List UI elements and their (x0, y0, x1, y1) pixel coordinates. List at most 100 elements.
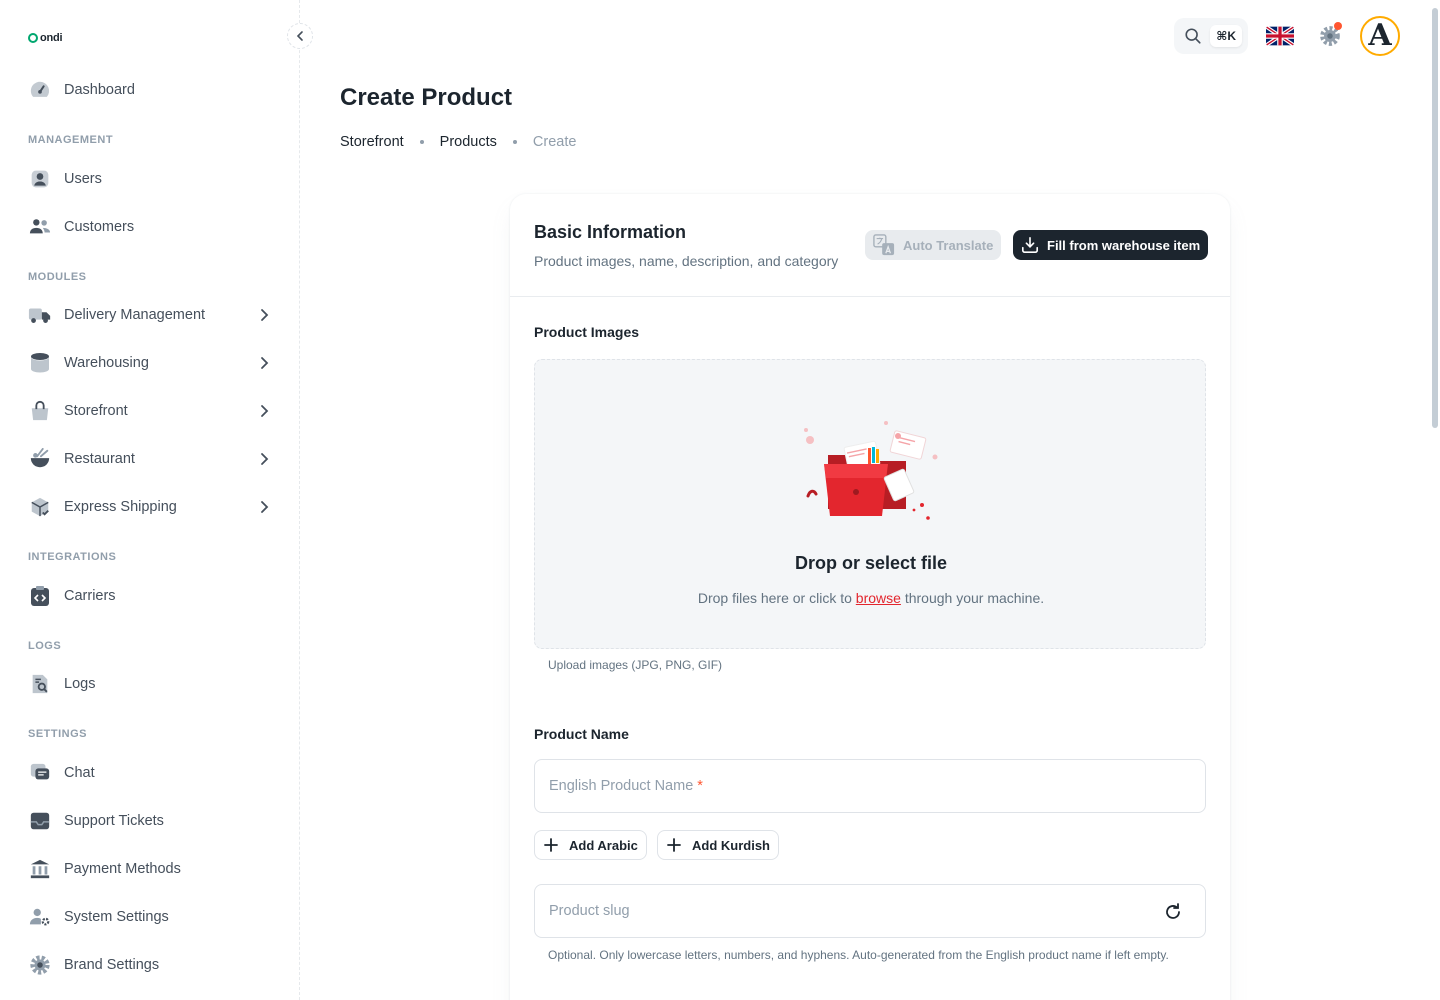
sidebar-collapse-button[interactable] (287, 23, 313, 49)
sidebar-item-label: Carriers (64, 588, 116, 604)
truck-icon (28, 303, 52, 327)
sidebar-item-label: Users (64, 171, 102, 187)
dropzone-text-prefix: Drop files here or click to (697, 590, 852, 606)
sidebar-item-warehousing[interactable]: Warehousing (16, 341, 284, 385)
plus-icon (544, 838, 558, 852)
sidebar-item-label: Brand Settings (64, 957, 160, 973)
sidebar: ondi Dashboard MANAGEMENT Users Customer… (0, 0, 300, 1000)
page-scrollbar[interactable] (1432, 8, 1438, 428)
folder-upload-illustration-icon (804, 421, 938, 520)
search-button[interactable]: ⌘K (1174, 18, 1248, 54)
file-search-icon (28, 672, 52, 696)
section-management: MANAGEMENT (28, 134, 114, 146)
translate-icon (873, 234, 895, 256)
product-name-label: Product Name (534, 726, 629, 742)
sidebar-item-label: Payment Methods (64, 861, 181, 877)
top-bar: ⌘K A (1174, 16, 1400, 56)
card-title: Basic Information (534, 222, 687, 242)
breadcrumb: Storefront Products Create (340, 134, 576, 150)
avatar-letter: A (1368, 18, 1392, 53)
english-product-name-placeholder: English Product Name (549, 778, 694, 794)
search-icon (1185, 28, 1201, 44)
sidebar-item-payment-methods[interactable]: Payment Methods (16, 847, 284, 891)
page-title: Create Product (340, 84, 513, 111)
sidebar-item-users[interactable]: Users (16, 157, 284, 201)
avatar[interactable]: A (1360, 16, 1400, 56)
sidebar-item-label: Logs (64, 676, 96, 692)
shopping-bag-icon (28, 399, 52, 423)
settings-button[interactable] (1312, 18, 1348, 54)
notification-dot (1334, 22, 1342, 30)
plus-icon (667, 838, 681, 852)
shortcut-badge: ⌘K (1210, 25, 1242, 47)
sidebar-item-support-tickets[interactable]: Support Tickets (16, 799, 284, 843)
sidebar-item-system-settings[interactable]: System Settings (16, 895, 284, 939)
sidebar-item-label: Delivery Management (64, 307, 206, 323)
section-modules: MODULES (28, 271, 87, 283)
product-slug-input[interactable]: Product slug (534, 884, 1206, 938)
auto-translate-label: Auto Translate (903, 237, 994, 253)
sidebar-item-label: Customers (64, 219, 135, 235)
package-check-icon (28, 495, 52, 519)
bank-icon (28, 857, 52, 881)
sidebar-item-logs[interactable]: Logs (16, 662, 284, 706)
dropzone-description: Drop files here or click to browse throu… (535, 590, 1207, 606)
code-clipboard-icon (28, 584, 52, 608)
breadcrumb-current: Create (532, 134, 577, 150)
sidebar-item-label: Chat (64, 765, 95, 781)
users-group-icon (28, 215, 52, 239)
add-kurdish-label: Add Kurdish (692, 837, 770, 853)
sidebar-item-restaurant[interactable]: Restaurant (16, 437, 284, 481)
slug-helper-text: Optional. Only lowercase letters, number… (548, 948, 1169, 962)
sidebar-item-delivery-management[interactable]: Delivery Management (16, 293, 284, 337)
sidebar-item-label: System Settings (64, 909, 169, 925)
sidebar-item-label: Dashboard (64, 82, 135, 98)
sidebar-item-carriers[interactable]: Carriers (16, 574, 284, 618)
sidebar-item-brand-settings[interactable]: Brand Settings (16, 943, 284, 987)
card-header: Basic Information Product images, name, … (510, 194, 1230, 297)
fill-from-warehouse-button[interactable]: Fill from warehouse item (1013, 230, 1209, 260)
english-product-name-input[interactable]: English Product Name * (534, 759, 1206, 813)
sidebar-item-chat[interactable]: Chat (16, 751, 284, 795)
inbox-icon (28, 809, 52, 833)
browse-link[interactable]: browse (856, 590, 901, 606)
database-icon (28, 351, 52, 375)
breadcrumb-link-products[interactable]: Products (440, 134, 497, 150)
sidebar-item-label: Support Tickets (64, 813, 164, 829)
breadcrumb-link-storefront[interactable]: Storefront (340, 134, 404, 150)
add-arabic-button[interactable]: Add Arabic (534, 830, 647, 860)
sidebar-item-dashboard[interactable]: Dashboard (16, 68, 284, 112)
logo-text: ondi (40, 32, 63, 44)
user-cog-icon (28, 905, 52, 929)
dropzone-title: Drop or select file (794, 553, 948, 573)
speedometer-icon (28, 78, 52, 102)
sidebar-item-label: Warehousing (64, 355, 149, 371)
sidebar-item-storefront[interactable]: Storefront (16, 389, 284, 433)
images-helper-text: Upload images (JPG, PNG, GIF) (548, 658, 723, 672)
product-slug-placeholder: Product slug (549, 903, 630, 919)
product-images-label: Product Images (534, 324, 640, 340)
fill-from-warehouse-label: Fill from warehouse item (1047, 237, 1201, 253)
sidebar-item-customers[interactable]: Customers (16, 205, 284, 249)
sidebar-item-label: Express Shipping (64, 499, 177, 515)
add-arabic-label: Add Arabic (569, 837, 638, 853)
sidebar-item-express-shipping[interactable]: Express Shipping (16, 485, 284, 529)
section-integrations: INTEGRATIONS (28, 551, 117, 563)
breadcrumb-separator (512, 140, 517, 144)
card-subtitle: Product images, name, description, and c… (534, 253, 839, 269)
refresh-icon[interactable] (1163, 902, 1183, 922)
chevron-right-icon (261, 453, 269, 465)
sidebar-item-label: Storefront (64, 403, 128, 419)
image-dropzone[interactable]: Drop or select file Drop files here or c… (534, 359, 1206, 649)
user-icon (28, 167, 52, 191)
app-logo[interactable]: ondi (28, 32, 63, 44)
food-bowl-icon (28, 447, 52, 471)
language-flag-icon[interactable] (1266, 26, 1294, 46)
dropzone-text-suffix: through your machine. (904, 590, 1045, 606)
download-icon (1021, 236, 1039, 254)
breadcrumb-separator (419, 140, 424, 144)
section-logs: LOGS (28, 640, 62, 652)
chevron-right-icon (261, 357, 269, 369)
auto-translate-button[interactable]: Auto Translate (865, 230, 1002, 260)
add-kurdish-button[interactable]: Add Kurdish (657, 830, 779, 860)
